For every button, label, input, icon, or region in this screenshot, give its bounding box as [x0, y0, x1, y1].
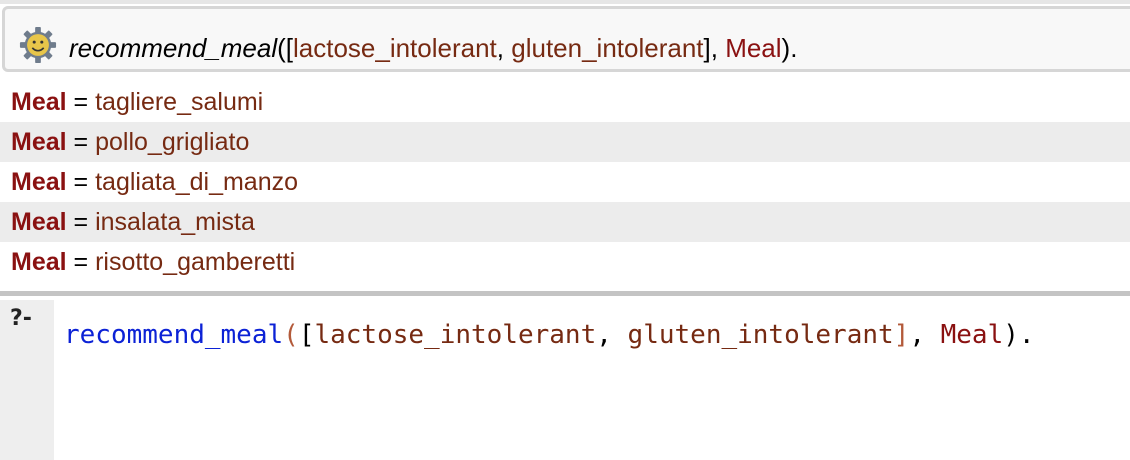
editor-end: ). — [1003, 320, 1035, 350]
query-header[interactable]: recommend_meal([lactose_intolerant, glut… — [2, 6, 1130, 72]
answer-variable: Meal — [11, 128, 67, 156]
query-functor: recommend_meal — [69, 33, 278, 63]
editor-functor: recommend_meal — [64, 320, 284, 350]
answer-list: Meal = tagliere_salumi Meal = pollo_grig… — [0, 82, 1130, 282]
query-close-list: ], — [703, 33, 726, 63]
answer-row: Meal = insalata_mista — [0, 202, 1130, 242]
editor-variable: Meal — [940, 320, 1004, 350]
swish-query-pane: recommend_meal([lactose_intolerant, glut… — [0, 0, 1130, 460]
editor-close-bracket: ] — [893, 320, 910, 350]
answer-value: pollo_grigliato — [95, 128, 250, 156]
editor-comma: , — [596, 320, 628, 350]
editor-open-bracket: [ — [298, 320, 315, 350]
query-open: ([ — [277, 33, 293, 63]
answer-row: Meal = tagliata_di_manzo — [0, 162, 1130, 202]
query-comma: , — [496, 33, 512, 63]
answer-equals: = — [66, 208, 96, 236]
editor-arg-2: gluten_intolerant — [627, 320, 894, 350]
query-end: ). — [781, 33, 798, 63]
query-arg-2: gluten_intolerant — [511, 33, 704, 63]
answer-value: insalata_mista — [95, 208, 255, 236]
answer-variable: Meal — [11, 88, 67, 116]
gear-smiley-icon — [19, 26, 57, 64]
top-border — [0, 0, 1130, 4]
answer-equals: = — [66, 88, 96, 116]
answer-variable: Meal — [11, 208, 67, 236]
answer-value: tagliere_salumi — [95, 88, 264, 116]
pane-resize-handle[interactable] — [0, 291, 1130, 296]
answer-value: tagliata_di_manzo — [95, 168, 299, 196]
answer-equals: = — [66, 168, 96, 196]
editor-open-paren: ( — [283, 320, 299, 350]
answer-variable: Meal — [11, 248, 67, 276]
answer-equals: = — [66, 248, 96, 276]
answer-row: Meal = tagliere_salumi — [0, 82, 1130, 122]
answer-value: risotto_gamberetti — [95, 248, 296, 276]
prompt-label: ?- — [10, 306, 32, 331]
answer-equals: = — [66, 128, 96, 156]
answer-row: Meal = pollo_grigliato — [0, 122, 1130, 162]
query-editor[interactable]: recommend_meal([lactose_intolerant, glut… — [64, 318, 1035, 352]
query-variable: Meal — [725, 33, 782, 63]
editor-arg-1: lactose_intolerant — [314, 320, 597, 350]
query-text: recommend_meal([lactose_intolerant, glut… — [69, 31, 797, 65]
answer-row: Meal = risotto_gamberetti — [0, 242, 1130, 282]
editor-comma: , — [909, 320, 941, 350]
query-arg-1: lactose_intolerant — [292, 33, 497, 63]
answer-variable: Meal — [11, 168, 67, 196]
